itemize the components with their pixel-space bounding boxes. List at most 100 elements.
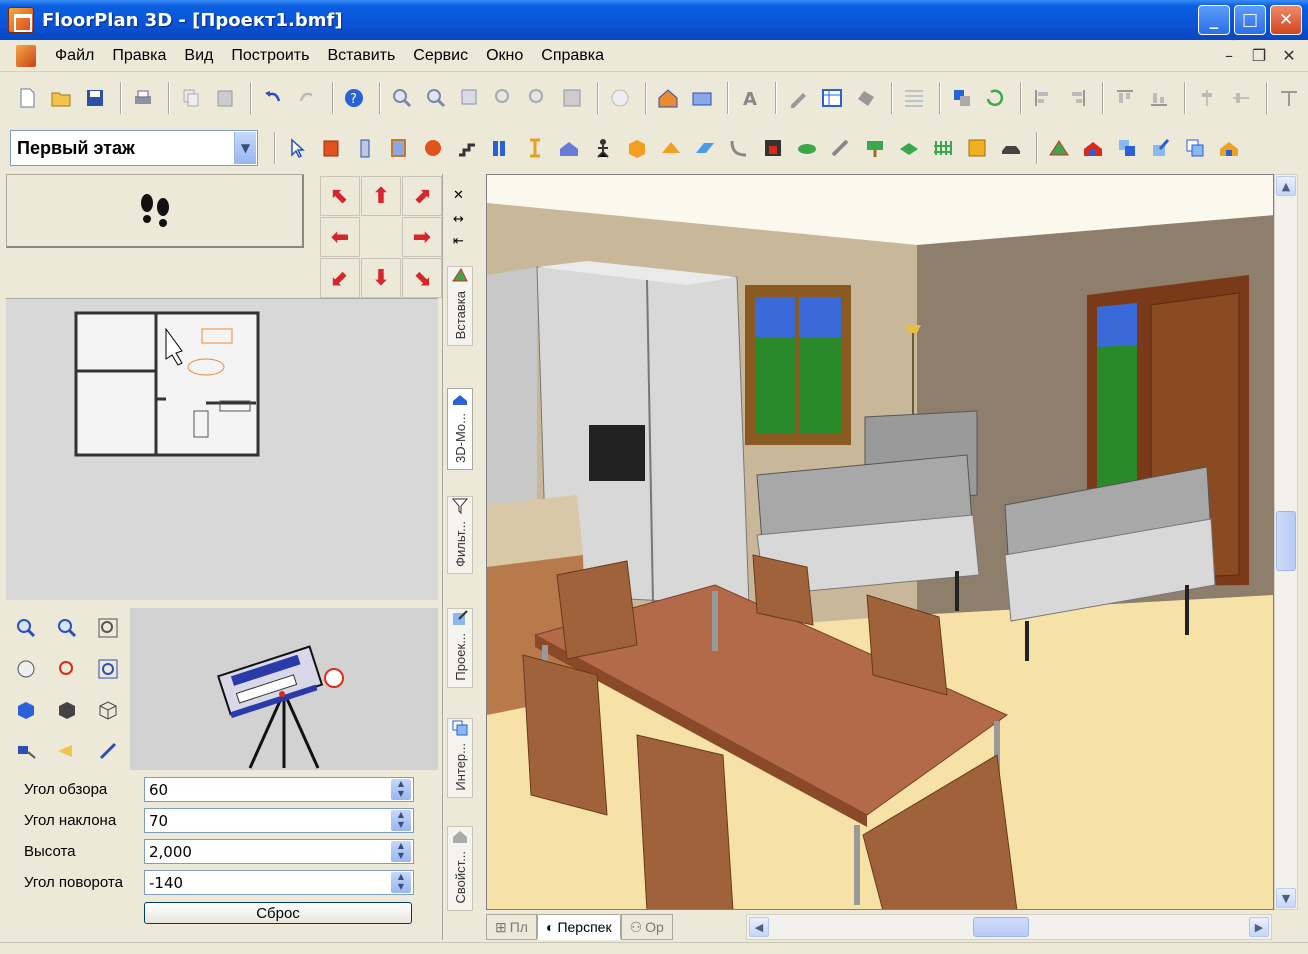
zoom-all-icon[interactable] — [523, 83, 553, 113]
roof-tile-icon[interactable] — [656, 133, 686, 163]
zoom-window-icon[interactable] — [455, 83, 485, 113]
horizontal-scrollbar[interactable]: ◀ ▶ — [746, 914, 1272, 940]
minimize-button[interactable]: _ — [1198, 5, 1230, 35]
box-icon[interactable] — [622, 133, 652, 163]
distribute-icon[interactable] — [1274, 83, 1304, 113]
select-pointer-icon[interactable] — [282, 133, 312, 163]
beam-icon[interactable] — [520, 133, 550, 163]
zoom-prev-icon[interactable] — [489, 83, 519, 113]
tab-perspective-view[interactable]: ◐ Перспек — [536, 914, 621, 940]
menu-file[interactable]: Файл — [46, 47, 103, 65]
camera-move-icon[interactable] — [88, 731, 128, 771]
menu-view[interactable]: Вид — [175, 47, 222, 65]
align-right-icon[interactable] — [1062, 83, 1092, 113]
align-left-icon[interactable] — [1028, 83, 1058, 113]
close-panel-icon[interactable]: ✕ — [453, 188, 464, 203]
camera-aim-icon[interactable] — [47, 731, 87, 771]
transform-icon[interactable] — [1112, 133, 1142, 163]
snap-icon[interactable] — [947, 83, 977, 113]
center-h-icon[interactable] — [1226, 83, 1256, 113]
window-icon[interactable] — [384, 133, 414, 163]
align-bottom-icon[interactable] — [1144, 83, 1174, 113]
door-icon[interactable] — [350, 133, 380, 163]
terrain-tool-icon[interactable] — [1044, 133, 1074, 163]
tab-insert[interactable]: Вставка — [447, 266, 473, 347]
fov-input[interactable]: 60 ▲ ▼ — [144, 777, 414, 802]
walk-mode-button[interactable] — [6, 174, 304, 248]
maximize-button[interactable]: □ — [1234, 5, 1266, 35]
sign-icon[interactable] — [860, 133, 890, 163]
spinner-icon[interactable]: ▲ ▼ — [391, 872, 411, 893]
height-input[interactable]: 2,000 ▲ ▼ — [144, 839, 414, 864]
column-icon[interactable] — [486, 133, 516, 163]
text-icon[interactable]: A — [735, 83, 765, 113]
doc-minimize-button[interactable]: – — [1218, 44, 1240, 66]
paste-icon[interactable] — [210, 83, 240, 113]
cam-zoom-fit-icon[interactable] — [88, 608, 128, 648]
menu-edit[interactable]: Правка — [103, 47, 175, 65]
plan-minimap[interactable] — [6, 298, 438, 600]
car-icon[interactable] — [996, 133, 1026, 163]
fence-icon[interactable] — [928, 133, 958, 163]
tilt-input[interactable]: 70 ▲ ▼ — [144, 808, 414, 833]
menu-insert[interactable]: Вставить — [318, 47, 404, 65]
nav-up-right-icon[interactable]: ⬈ — [402, 176, 442, 216]
cube-solid-icon[interactable] — [6, 690, 46, 730]
table-icon[interactable] — [817, 83, 847, 113]
tab-plan-view[interactable]: ⊞ Пл — [486, 914, 537, 940]
camera-place-icon[interactable] — [6, 731, 46, 771]
zoom-fit-icon[interactable] — [557, 83, 587, 113]
spinner-icon[interactable]: ▲ ▼ — [391, 779, 411, 800]
cam-zoom-out-icon[interactable] — [47, 608, 87, 648]
zoom-in-icon[interactable] — [387, 83, 417, 113]
document-icon[interactable] — [16, 44, 36, 67]
tab-interior[interactable]: Интер... — [447, 718, 473, 798]
collapse-panel-icon[interactable]: ⇤ — [453, 234, 464, 249]
shape-icon[interactable] — [851, 83, 881, 113]
menu-build[interactable]: Построить — [222, 47, 318, 65]
tab-properties[interactable]: Свойст... — [447, 826, 473, 911]
reset-button[interactable]: Сброс — [144, 902, 412, 924]
floor-select[interactable]: Первый этаж ▼ — [10, 130, 258, 166]
doc-restore-button[interactable]: ❐ — [1248, 44, 1270, 66]
deck-icon[interactable] — [894, 133, 924, 163]
menu-service[interactable]: Сервис — [404, 47, 477, 65]
tab-project[interactable]: Проек... — [447, 608, 473, 688]
wall-icon[interactable] — [316, 133, 346, 163]
pipe-icon[interactable] — [724, 133, 754, 163]
align-top-icon[interactable] — [1110, 83, 1140, 113]
house-view-icon[interactable] — [1078, 133, 1108, 163]
floor-texture-icon[interactable] — [690, 133, 720, 163]
spinner-icon[interactable]: ▲ ▼ — [391, 810, 411, 831]
cam-zoom-in-icon[interactable] — [6, 608, 46, 648]
tab-ortho-view[interactable]: ⚇ Ор — [620, 914, 673, 940]
redo-icon[interactable] — [292, 83, 322, 113]
duplicate-icon[interactable] — [1180, 133, 1210, 163]
tab-filters[interactable]: Фильт... — [447, 496, 473, 574]
house-3d-icon[interactable] — [653, 83, 683, 113]
nav-left-icon[interactable]: ⬅ — [320, 217, 360, 257]
person-icon[interactable] — [588, 133, 618, 163]
save-icon[interactable] — [80, 83, 110, 113]
railing-icon[interactable] — [826, 133, 856, 163]
cam-zoom-window-icon[interactable] — [88, 649, 128, 689]
undo-icon[interactable] — [258, 83, 288, 113]
nav-up-left-icon[interactable]: ⬉ — [320, 176, 360, 216]
3d-viewport[interactable] — [486, 174, 1274, 910]
nav-down-icon[interactable]: ⬇ — [361, 258, 401, 298]
scroll-up-icon[interactable]: ▲ — [1276, 176, 1296, 196]
pan-icon[interactable] — [605, 83, 635, 113]
tab-3d-models[interactable]: 3D-Мо... — [447, 388, 473, 470]
layout-icon[interactable] — [687, 83, 717, 113]
stairs-icon[interactable] — [452, 133, 482, 163]
cabinet-icon[interactable] — [962, 133, 992, 163]
building-icon[interactable] — [554, 133, 584, 163]
rotation-input[interactable]: -140 ▲ ▼ — [144, 870, 414, 895]
menu-window[interactable]: Окно — [477, 47, 532, 65]
print-icon[interactable] — [128, 83, 158, 113]
cam-orbit-icon[interactable] — [47, 649, 87, 689]
edit-object-icon[interactable] — [1146, 133, 1176, 163]
help-icon[interactable]: ? — [340, 83, 370, 113]
open-folder-icon[interactable] — [46, 83, 76, 113]
zoom-out-icon[interactable] — [421, 83, 451, 113]
